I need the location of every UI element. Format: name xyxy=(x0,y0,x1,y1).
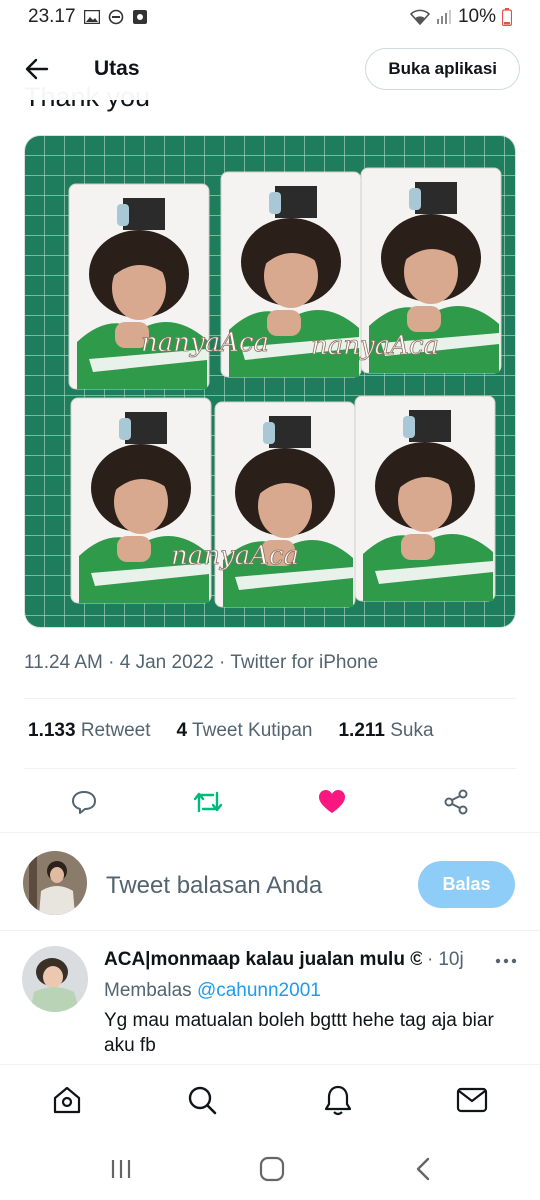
signal-icon xyxy=(436,10,452,24)
reply-time: 10j xyxy=(438,949,464,970)
like-button[interactable] xyxy=(314,784,350,820)
retweet-count[interactable]: 1.133 Retweet xyxy=(28,720,151,742)
reply-button[interactable] xyxy=(66,784,102,820)
home-button-icon xyxy=(259,1156,285,1182)
status-bar: 23.17 10% xyxy=(0,0,540,34)
nav-home[interactable] xyxy=(50,1083,84,1117)
home-icon xyxy=(53,1086,81,1114)
reply-composer: Balas xyxy=(0,846,540,926)
share-icon xyxy=(444,789,468,815)
status-time: 23.17 xyxy=(28,6,76,27)
divider xyxy=(0,832,540,833)
nav-search[interactable] xyxy=(185,1083,219,1117)
search-icon xyxy=(188,1086,217,1115)
page-title: Utas xyxy=(94,57,140,80)
more-icon xyxy=(495,958,517,964)
tweet-photo[interactable]: nanyaAca nanyaAca nanyaAca xyxy=(24,135,516,628)
battery-percent: 10% xyxy=(457,6,496,27)
home-button[interactable] xyxy=(257,1154,287,1184)
android-navigation-bar xyxy=(0,1136,540,1200)
like-icon xyxy=(319,790,345,813)
nav-notifications[interactable] xyxy=(321,1083,355,1117)
battery-icon xyxy=(502,8,512,26)
notifications-icon xyxy=(324,1085,352,1116)
replying-to: Membalas @cahunn2001 xyxy=(104,980,321,1001)
divider xyxy=(24,768,516,769)
open-app-button[interactable]: Buka aplikasi xyxy=(365,48,520,90)
screen-record-icon xyxy=(132,9,148,25)
watermark-text: nanyaAca xyxy=(311,331,439,361)
reply-input[interactable] xyxy=(106,870,396,902)
wifi-icon xyxy=(409,9,430,25)
tweet-actions xyxy=(0,780,540,824)
nav-messages[interactable] xyxy=(455,1083,489,1117)
recent-apps-button[interactable] xyxy=(106,1154,136,1184)
messages-icon xyxy=(456,1087,488,1113)
more-options-button[interactable] xyxy=(493,950,519,972)
reply-author-avatar[interactable] xyxy=(22,946,88,1012)
divider xyxy=(0,930,540,931)
replying-to-handle[interactable]: @cahunn2001 xyxy=(197,980,321,1001)
reply-submit-button[interactable]: Balas xyxy=(418,861,515,908)
tweet-stats: 1.133 Retweet 4 Tweet Kutipan 1.211 Suka xyxy=(28,720,434,742)
quote-tweet-count[interactable]: 4 Tweet Kutipan xyxy=(177,720,313,742)
divider xyxy=(24,698,516,699)
recent-apps-icon xyxy=(111,1160,131,1178)
retweet-icon xyxy=(193,791,223,813)
user-avatar[interactable] xyxy=(23,851,87,915)
share-button[interactable] xyxy=(438,784,474,820)
reply-header: ACA|monmaap kalau jualan mulu © · 10j xyxy=(104,949,484,971)
reply-text: Yg mau matualan boleh bgttt hehe tag aja… xyxy=(104,1010,494,1056)
gallery-icon xyxy=(83,10,100,24)
reply-icon xyxy=(72,791,96,814)
retweet-button[interactable] xyxy=(190,784,226,820)
separator-dot: · xyxy=(427,949,434,970)
watermark-text: nanyaAca xyxy=(171,541,299,571)
bottom-navigation xyxy=(0,1064,540,1136)
thread-header: Utas Buka aplikasi xyxy=(0,38,540,100)
system-back-button[interactable] xyxy=(408,1154,438,1184)
reply-tweet[interactable]: ACA|monmaap kalau jualan mulu © · 10j Me… xyxy=(0,934,540,1064)
arrow-left-icon xyxy=(25,58,49,80)
back-icon xyxy=(416,1157,430,1181)
watermark-text: nanyaAca xyxy=(141,328,269,358)
back-button[interactable] xyxy=(20,52,54,86)
tweet-timestamp: 11.24 AM · 4 Jan 2022 · Twitter for iPho… xyxy=(24,652,379,673)
like-count[interactable]: 1.211 Suka xyxy=(338,720,433,742)
do-not-disturb-icon xyxy=(108,9,124,25)
reply-author-name[interactable]: ACA|monmaap kalau jualan mulu © xyxy=(104,949,422,971)
